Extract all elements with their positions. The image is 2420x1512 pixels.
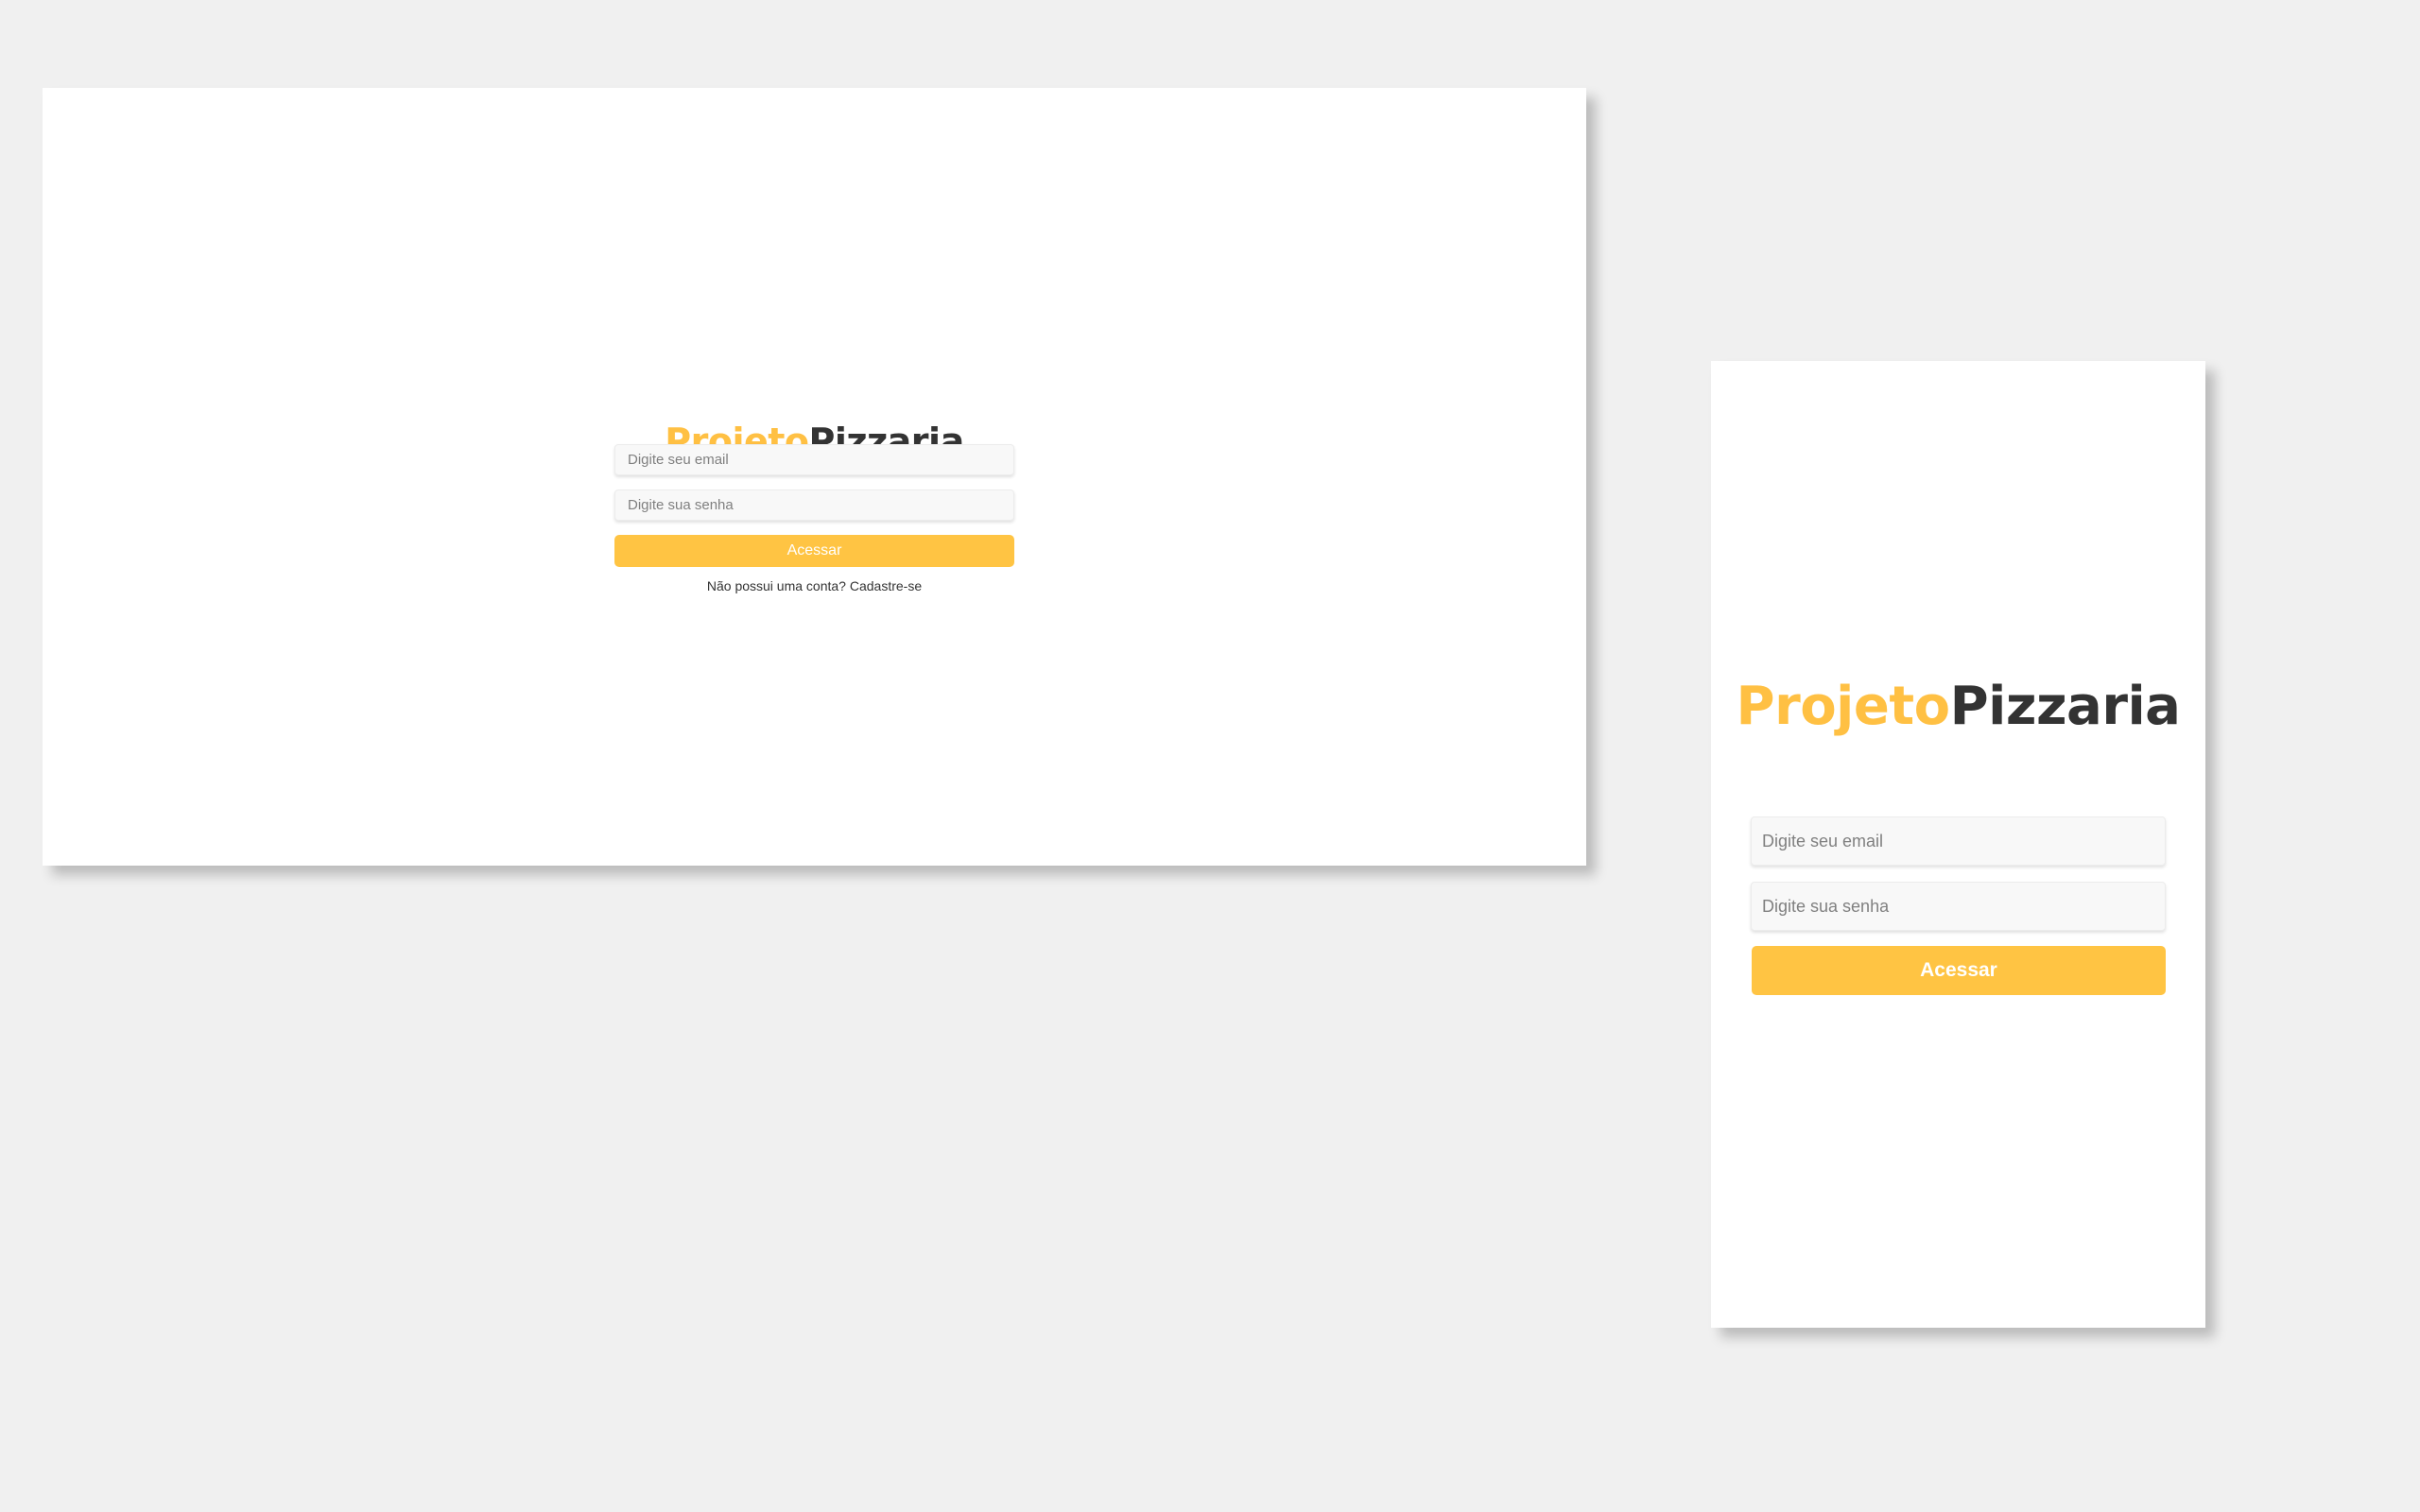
brand-logo: ProjetoPizzaria [1711,676,2205,737]
password-input[interactable] [614,490,1014,521]
brand-logo-pizzaria: Pizzaria [1949,676,2181,737]
email-input[interactable] [1751,816,2166,866]
signup-link[interactable]: Não possui uma conta? Cadastre-se [43,578,1586,593]
access-button[interactable]: Acessar [1752,946,2166,995]
mobile-preview-frame: ProjetoPizzaria Acessar [1711,361,2205,1328]
email-input[interactable] [614,444,1014,475]
desktop-preview-frame: ProjetoPizzaria Acessar Não possui uma c… [43,88,1586,866]
password-input[interactable] [1751,882,2166,931]
access-button[interactable]: Acessar [614,535,1014,567]
brand-logo-projeto: Projeto [1736,676,1951,737]
